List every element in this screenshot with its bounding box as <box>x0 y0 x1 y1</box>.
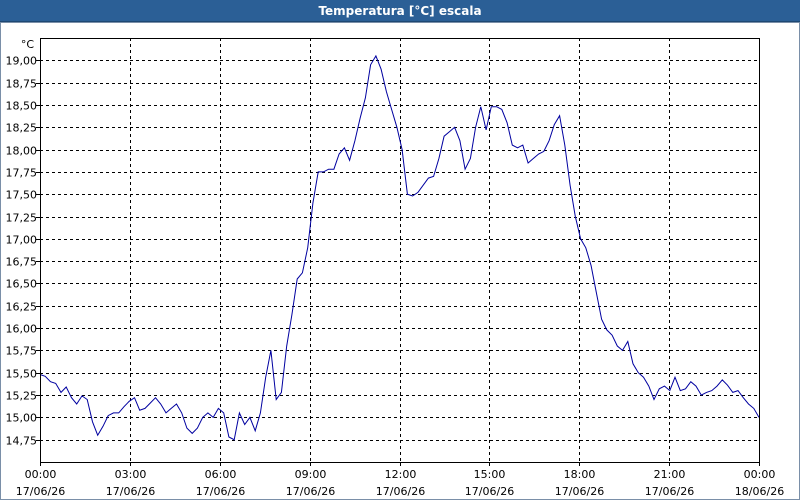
y-tick-label: 16,25 <box>6 301 38 314</box>
y-tick-label: 17,25 <box>6 212 38 225</box>
y-tick-label: 15,00 <box>6 412 38 425</box>
y-tick-label: 17,00 <box>6 234 38 247</box>
x-tick-date-label: 17/06/26 <box>106 485 155 498</box>
y-tick-label: 15,25 <box>6 390 38 403</box>
x-tick-date-label: 17/06/26 <box>645 485 694 498</box>
y-tick-label: 17,50 <box>6 189 38 202</box>
y-tick-label: 18,00 <box>6 145 38 158</box>
y-tick-label: 18,25 <box>6 122 38 135</box>
y-tick-label: 16,50 <box>6 278 38 291</box>
x-tick-time-label: 00:00 <box>744 468 776 481</box>
x-tick-date-label: 17/06/26 <box>286 485 335 498</box>
x-axis-ticks: 00:00 17/06/26 03:00 17/06/26 06:00 17/06/26 0… <box>16 462 784 498</box>
x-tick-date-label: 18/06/26 <box>735 485 784 498</box>
grid-lines <box>40 38 759 462</box>
x-tick-date-label: 17/06/26 <box>555 485 604 498</box>
x-tick-time-label: 09:00 <box>295 468 327 481</box>
y-tick-label: 16,75 <box>6 256 38 269</box>
x-tick-time-label: 15:00 <box>474 468 506 481</box>
chart-frame: 14,75 15,00 15,25 15,50 15,75 16,00 16,25 16,50… <box>0 22 800 500</box>
x-tick-time-label: 00:00 <box>25 468 57 481</box>
x-tick-date-label: 17/06/26 <box>376 485 425 498</box>
y-axis-unit-label: °C <box>21 38 35 51</box>
x-tick-date-label: 17/06/26 <box>196 485 245 498</box>
x-tick-time-label: 03:00 <box>115 468 147 481</box>
x-tick-date-label: 17/06/26 <box>465 485 514 498</box>
x-tick-time-label: 06:00 <box>205 468 237 481</box>
y-tick-label: 18,50 <box>6 100 38 113</box>
y-tick-label: 15,50 <box>6 368 38 381</box>
x-tick-time-label: 21:00 <box>654 468 686 481</box>
temperature-series-line <box>39 54 760 441</box>
y-tick-label: 18,75 <box>6 78 38 91</box>
y-tick-label: 19,00 <box>6 55 38 68</box>
temperature-chart: 14,75 15,00 15,25 15,50 15,75 16,00 16,25 16,50… <box>6 38 784 498</box>
y-tick-label: 17,75 <box>6 167 38 180</box>
y-axis-ticks: 14,75 15,00 15,25 15,50 15,75 16,00 16,25 16,50… <box>6 55 40 448</box>
y-tick-label: 14,75 <box>6 435 38 448</box>
y-tick-label: 15,75 <box>6 345 38 358</box>
y-tick-label: 16,00 <box>6 323 38 336</box>
x-tick-time-label: 12:00 <box>385 468 417 481</box>
x-tick-time-label: 18:00 <box>564 468 596 481</box>
chart-title: Temperatura [°C] escala <box>0 0 800 22</box>
x-tick-date-label: 17/06/26 <box>16 485 65 498</box>
